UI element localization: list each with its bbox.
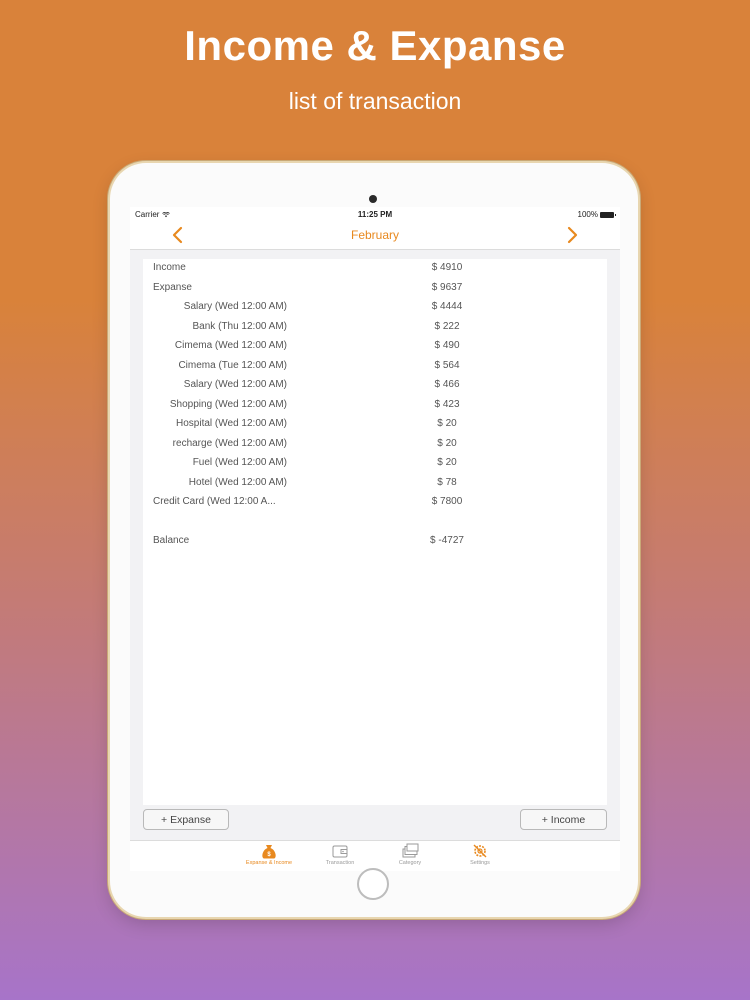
transaction-row[interactable]: Cimema (Wed 12:00 AM) $ 490 bbox=[143, 337, 607, 356]
tab-category[interactable]: Category bbox=[380, 843, 440, 866]
month-title: February bbox=[350, 228, 400, 242]
battery-indicator: 100% bbox=[577, 210, 616, 219]
tab-bar: $ Expanse & Income Transaction Category … bbox=[130, 840, 620, 871]
transaction-amount: $ 564 bbox=[434, 359, 460, 371]
balance-amount: $ -4727 bbox=[430, 535, 464, 546]
transaction-label: Fuel (Wed 12:00 AM) bbox=[192, 457, 287, 468]
transaction-label: Shopping (Wed 12:00 AM) bbox=[169, 398, 287, 410]
promo-subtitle: list of transaction bbox=[288, 88, 462, 114]
transaction-amount: $ 78 bbox=[437, 476, 457, 488]
status-bar: Carrier 11:25 PM 100% bbox=[130, 207, 620, 221]
transaction-row[interactable]: Hospital (Wed 12:00 AM) $ 20 bbox=[143, 415, 607, 434]
transaction-label: Bank (Thu 12:00 AM) bbox=[192, 320, 288, 332]
transaction-amount: $ 4444 bbox=[431, 301, 463, 312]
cards-icon bbox=[402, 843, 419, 858]
transaction-amount: $ 20 bbox=[437, 457, 457, 468]
add-expense-button[interactable]: + Expanse bbox=[143, 809, 229, 830]
transaction-label: Credit Card (Wed 12:00 A... bbox=[153, 496, 276, 507]
transaction-summary-card: Income $ 4910 Expanse $ 9637 Salary (Wed… bbox=[143, 259, 607, 805]
income-amount: $ 4910 bbox=[431, 262, 463, 273]
tab-label: Settings bbox=[470, 860, 490, 866]
transaction-row[interactable]: Fuel (Wed 12:00 AM) $ 20 bbox=[143, 454, 607, 473]
transaction-row[interactable]: Salary (Wed 12:00 AM) $ 4444 bbox=[143, 298, 607, 317]
income-label: Income bbox=[153, 262, 186, 273]
tab-transaction[interactable]: Transaction bbox=[310, 843, 370, 866]
transaction-amount: $ 490 bbox=[434, 340, 460, 351]
tab-expense-income[interactable]: $ Expanse & Income bbox=[239, 843, 299, 866]
tab-label: Category bbox=[398, 860, 422, 866]
tab-label: Expanse & Income bbox=[245, 860, 293, 866]
front-camera bbox=[369, 195, 377, 203]
transaction-label: recharge (Wed 12:00 AM) bbox=[172, 437, 287, 449]
transaction-label: Cimema (Tue 12:00 AM) bbox=[178, 359, 287, 371]
transaction-label: Hotel (Wed 12:00 AM) bbox=[188, 476, 287, 488]
balance-label: Balance bbox=[153, 535, 190, 546]
transaction-label: Salary (Wed 12:00 AM) bbox=[183, 379, 287, 390]
transaction-amount: $ 20 bbox=[437, 437, 457, 449]
transaction-amount: $ 20 bbox=[437, 418, 457, 429]
transaction-label: Cimema (Wed 12:00 AM) bbox=[174, 340, 287, 351]
battery-percent: 100% bbox=[577, 210, 598, 219]
status-time: 11:25 PM bbox=[357, 210, 393, 219]
app-screen: Carrier 11:25 PM 100% February Income $ … bbox=[130, 207, 620, 871]
transaction-row[interactable]: Hotel (Wed 12:00 AM) $ 78 bbox=[143, 474, 607, 493]
transaction-row[interactable]: recharge (Wed 12:00 AM) $ 20 bbox=[143, 435, 607, 454]
transaction-row[interactable]: Credit Card (Wed 12:00 A... $ 7800 bbox=[143, 493, 607, 512]
transaction-label: Salary (Wed 12:00 AM) bbox=[183, 301, 287, 312]
transaction-amount: $ 7800 bbox=[431, 496, 463, 507]
transaction-label: Hospital (Wed 12:00 AM) bbox=[176, 418, 287, 429]
income-row: Income $ 4910 bbox=[143, 259, 607, 278]
navigation-bar: February bbox=[130, 221, 620, 250]
ipad-frame: Carrier 11:25 PM 100% February Income $ … bbox=[110, 163, 638, 917]
wallet-icon bbox=[332, 845, 348, 858]
tab-settings[interactable]: Settings bbox=[450, 843, 510, 866]
add-income-button[interactable]: + Income bbox=[520, 809, 607, 830]
transaction-row[interactable]: Salary (Wed 12:00 AM) $ 466 bbox=[143, 376, 607, 395]
transaction-amount: $ 423 bbox=[434, 398, 460, 410]
expense-amount: $ 9637 bbox=[431, 281, 463, 293]
transaction-row[interactable]: Shopping (Wed 12:00 AM) $ 423 bbox=[143, 396, 607, 415]
transaction-row[interactable]: Bank (Thu 12:00 AM) $ 222 bbox=[143, 318, 607, 337]
next-month-chevron-icon[interactable] bbox=[562, 225, 582, 245]
tab-label: Transaction bbox=[325, 860, 355, 866]
expense-label: Expanse bbox=[153, 281, 192, 293]
balance-row: Balance $ -4727 bbox=[143, 532, 607, 551]
battery-icon bbox=[600, 211, 616, 218]
home-button[interactable] bbox=[357, 868, 389, 900]
transaction-amount: $ 466 bbox=[434, 379, 460, 390]
money-bag-icon: $ bbox=[262, 845, 276, 859]
promo-title: Income & Expanse bbox=[184, 22, 566, 69]
transaction-amount: $ 222 bbox=[434, 320, 460, 332]
gear-wrench-icon bbox=[473, 844, 487, 858]
transaction-row[interactable]: Cimema (Tue 12:00 AM) $ 564 bbox=[143, 357, 607, 376]
expense-row: Expanse $ 9637 bbox=[143, 279, 607, 298]
